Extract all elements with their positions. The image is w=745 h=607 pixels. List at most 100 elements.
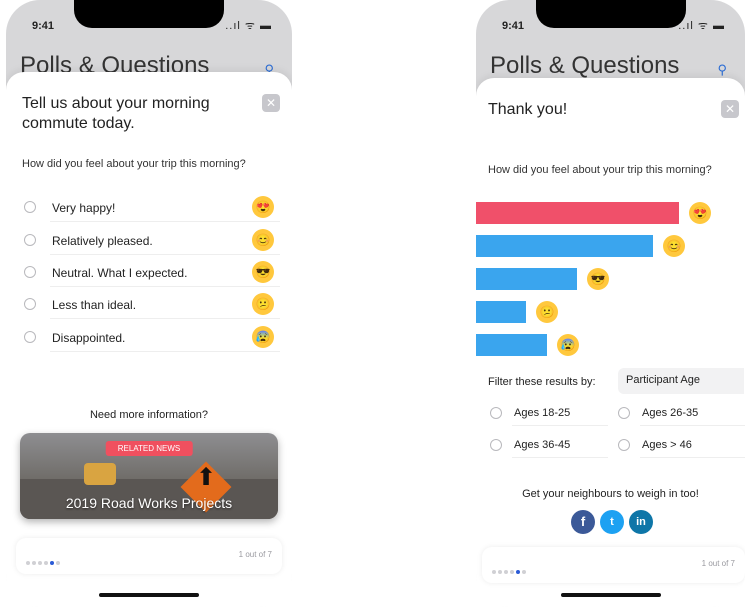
twitter-icon[interactable]: t (600, 510, 624, 534)
answer-label: Disappointed. (52, 331, 126, 345)
page-dots[interactable] (492, 561, 528, 579)
filter-select[interactable]: Participant Age (618, 368, 744, 394)
age-option[interactable]: Ages 18-25 (488, 400, 608, 426)
result-bar (476, 202, 679, 224)
page-dots[interactable] (26, 552, 62, 570)
home-indicator (560, 593, 661, 597)
answer-option[interactable]: Relatively pleased. 😊 (22, 225, 280, 255)
status-bar: 9:41 ..ıl ᯤ ▬ (6, 12, 292, 36)
poll-sheet: Tell us about your morning commute today… (6, 72, 292, 607)
close-icon[interactable]: ✕ (262, 94, 280, 112)
page-dot[interactable] (38, 561, 42, 565)
results-sheet: Thank you! ✕ How did you feel about your… (476, 78, 745, 607)
divider (512, 425, 608, 426)
more-info-label: Need more information? (89, 409, 208, 421)
smiling-emoji-icon: 😊 (252, 229, 274, 251)
poll-title: Tell us about your morning commute today… (22, 95, 210, 132)
status-icons: ..ıl ᯤ ▬ (678, 20, 725, 32)
page-count: 1 out of 7 (701, 559, 735, 568)
status-icons: ..ıl ᯤ ▬ (225, 20, 272, 32)
answer-option[interactable]: Very happy! 😍 (22, 192, 280, 222)
pagination-bar[interactable]: 1 out of 7 (16, 538, 282, 574)
divider (50, 286, 280, 287)
poll-question: How did you feel about your trip this mo… (22, 158, 246, 170)
poll-question: How did you feel about your trip this mo… (488, 164, 712, 176)
radio-button[interactable] (24, 234, 36, 246)
answer-option[interactable]: Less than ideal. 😕 (22, 289, 280, 319)
confused-emoji-icon: 😕 (252, 293, 274, 315)
page-dot[interactable] (44, 561, 48, 565)
divider (640, 457, 745, 458)
page-dot[interactable] (510, 570, 514, 574)
result-bar (476, 268, 577, 290)
age-label: Ages > 46 (642, 439, 692, 451)
facebook-icon[interactable]: f (571, 510, 595, 534)
close-icon[interactable]: ✕ (721, 100, 739, 118)
anxious-emoji-icon: 😰 (557, 334, 579, 356)
answer-option[interactable]: Neutral. What I expected. 😎 (22, 257, 280, 287)
answer-label: Relatively pleased. (52, 234, 153, 248)
related-news-card[interactable]: ⬆ RELATED NEWS 2019 Road Works Projects (20, 433, 278, 519)
linkedin-icon[interactable]: in (629, 510, 653, 534)
heart-eyes-emoji-icon: 😍 (689, 202, 711, 224)
radio-button[interactable] (24, 331, 36, 343)
page-dot[interactable] (522, 570, 526, 574)
answer-label: Less than ideal. (52, 298, 137, 312)
page-dot[interactable] (492, 570, 496, 574)
poll-question-screen: 9:41 ..ıl ᯤ ▬ Polls & Questions ⚲ Tell u… (6, 0, 292, 607)
age-option[interactable]: Ages > 46 (616, 432, 745, 458)
arrow-up-icon: ⬆ (196, 464, 217, 491)
radio-button[interactable] (24, 266, 36, 278)
anxious-emoji-icon: 😰 (252, 326, 274, 348)
sunglasses-emoji-icon: 😎 (252, 261, 274, 283)
page-dot-active[interactable] (516, 570, 520, 574)
answer-label: Neutral. What I expected. (52, 266, 188, 280)
result-bar (476, 301, 526, 323)
page-dot[interactable] (32, 561, 36, 565)
thank-you-title: Thank you! (488, 101, 568, 118)
page-dot-active[interactable] (50, 561, 54, 565)
poll-results-screen: 9:41 ..ıl ᯤ ▬ Polls & Questions ⚲ Thank … (476, 0, 745, 607)
smiling-emoji-icon: 😊 (663, 235, 685, 257)
divider (50, 351, 280, 352)
divider (50, 254, 280, 255)
sunglasses-emoji-icon: 😎 (587, 268, 609, 290)
page-dot[interactable] (56, 561, 60, 565)
heart-eyes-emoji-icon: 😍 (252, 196, 274, 218)
radio-button[interactable] (490, 439, 502, 451)
page-dot[interactable] (26, 561, 30, 565)
divider (512, 457, 608, 458)
search-icon[interactable]: ⚲ (717, 62, 727, 78)
page-count: 1 out of 7 (238, 550, 272, 559)
news-title: 2019 Road Works Projects (65, 495, 233, 511)
age-label: Ages 26-35 (642, 407, 699, 419)
radio-button[interactable] (618, 407, 630, 419)
answer-option[interactable]: Disappointed. 😰 (22, 322, 280, 352)
status-bar: 9:41 ..ıl ᯤ ▬ (476, 12, 745, 36)
radio-button[interactable] (490, 407, 502, 419)
related-news-badge: RELATED NEWS (105, 441, 193, 456)
pagination-bar[interactable]: 1 out of 7 (482, 547, 745, 583)
result-bar (476, 235, 653, 257)
news-image-car (84, 463, 116, 485)
radio-button[interactable] (24, 298, 36, 310)
divider (640, 425, 745, 426)
page-dot[interactable] (504, 570, 508, 574)
divider (50, 221, 280, 222)
share-label: Get your neighbours to weigh in too! (522, 488, 699, 500)
filter-label: Filter these results by: (488, 376, 596, 388)
radio-button[interactable] (618, 439, 630, 451)
radio-button[interactable] (24, 201, 36, 213)
divider (50, 318, 280, 319)
answer-label: Very happy! (52, 201, 116, 215)
page-dot[interactable] (498, 570, 502, 574)
age-label: Ages 36-45 (514, 439, 571, 451)
age-label: Ages 18-25 (514, 407, 571, 419)
age-option[interactable]: Ages 36-45 (488, 432, 608, 458)
background-page-title: Polls & Questions (490, 52, 680, 79)
age-option[interactable]: Ages 26-35 (616, 400, 745, 426)
result-bar (476, 334, 547, 356)
home-indicator (99, 593, 199, 597)
status-time: 9:41 (32, 20, 55, 32)
confused-emoji-icon: 😕 (536, 301, 558, 323)
